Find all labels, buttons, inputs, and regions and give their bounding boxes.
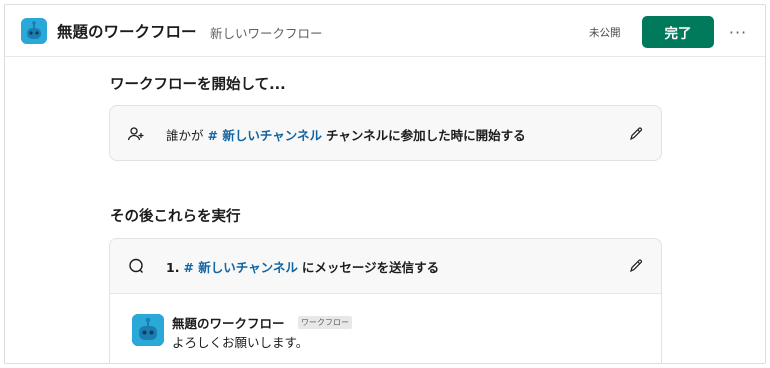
workflow-builder-window: 無題のワークフロー 新しいワークフロー 未公開 完了 ··· ワークフローを開始… (4, 4, 766, 364)
robot-app-icon (21, 18, 47, 44)
trigger-suffix: チャンネルに参加した時に開始する (325, 128, 526, 143)
trigger-prefix: 誰かが (166, 128, 204, 143)
message-bubble-icon (126, 256, 146, 276)
trigger-card[interactable]: 誰かが # 新しいチャンネル チャンネルに参加した時に開始する (109, 105, 662, 161)
trigger-section-title: ワークフローを開始して... (110, 77, 286, 93)
add-user-icon (126, 124, 146, 144)
step-suffix: にメッセージを送信する (301, 260, 440, 275)
publish-status: 未公開 (589, 27, 621, 39)
workflow-title[interactable]: 無題のワークフロー (57, 20, 197, 42)
step-card[interactable]: 1. # 新しいチャンネル にメッセージを送信する 無題のワークフロー ワークフ… (109, 238, 662, 363)
workflow-avatar (132, 314, 164, 346)
message-preview: 無題のワークフロー ワークフロー よろしくお願いします。 (110, 293, 661, 363)
step-channel-link[interactable]: # 新しいチャンネル (183, 260, 297, 275)
trigger-description: 誰かが # 新しいチャンネル チャンネルに参加した時に開始する (166, 125, 526, 144)
message-body: よろしくお願いします。 (172, 335, 309, 350)
trigger-channel-link[interactable]: # 新しいチャンネル (208, 128, 322, 143)
workflow-badge: ワークフロー (298, 316, 352, 329)
workflow-subtitle: 新しいワークフロー (210, 26, 323, 41)
more-options-icon[interactable]: ··· (725, 19, 751, 45)
step-row: 1. # 新しいチャンネル にメッセージを送信する (110, 239, 661, 293)
done-button[interactable]: 完了 (642, 16, 714, 48)
step-number: 1. (166, 260, 180, 275)
message-sender: 無題のワークフロー (172, 316, 285, 331)
steps-section-title: その後これらを実行 (110, 209, 241, 225)
step-description: 1. # 新しいチャンネル にメッセージを送信する (166, 257, 439, 276)
pencil-icon[interactable] (627, 125, 645, 143)
trigger-row: 誰かが # 新しいチャンネル チャンネルに参加した時に開始する (110, 106, 661, 162)
header-bar: 無題のワークフロー 新しいワークフロー 未公開 完了 ··· (5, 5, 765, 57)
pencil-icon[interactable] (627, 257, 645, 275)
